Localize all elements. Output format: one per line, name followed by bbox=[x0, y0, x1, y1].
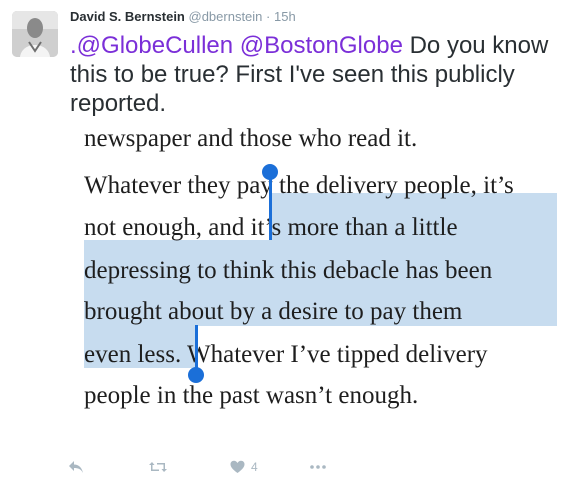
tweet-text-line-2: this to be true? First I've seen this pu… bbox=[70, 61, 515, 88]
reply-button[interactable] bbox=[68, 452, 84, 482]
tweet-text: .@GlobeCullen @BostonGlobe Do you know t… bbox=[70, 31, 570, 118]
quote-line-7: people in the past wasn’t enough. bbox=[84, 382, 419, 409]
avatar[interactable] bbox=[12, 11, 58, 57]
reply-icon bbox=[68, 460, 84, 474]
retweet-icon bbox=[148, 460, 168, 474]
heart-icon bbox=[230, 460, 245, 474]
selection-start-handle-bar[interactable] bbox=[269, 172, 272, 240]
author-handle[interactable]: @dbernstein bbox=[189, 9, 263, 24]
quote-line-1: newspaper and those who read it. bbox=[84, 125, 418, 152]
tweet-text-line-3: reported. bbox=[70, 90, 167, 117]
separator-dot: · bbox=[266, 9, 271, 24]
author-name[interactable]: David S. Bernstein bbox=[70, 9, 185, 24]
like-count: 4 bbox=[251, 460, 258, 474]
tweet-text-line-1-rest: Do you know bbox=[402, 32, 549, 59]
more-dots-icon bbox=[310, 465, 326, 469]
quote-line-6: even less. Whatever I’ve tipped delivery bbox=[84, 340, 488, 370]
retweet-button[interactable] bbox=[148, 452, 168, 482]
avatar-photo bbox=[12, 11, 58, 57]
tweet-actions: 4 bbox=[68, 452, 408, 482]
selection-end-handle-knob[interactable] bbox=[188, 367, 204, 383]
tweet-text-line-1: .@GlobeCullen @BostonGlobe Do you know bbox=[70, 31, 570, 60]
selection-end-handle-bar[interactable] bbox=[195, 325, 198, 373]
quote-line-3-selected: it’s more than a little bbox=[250, 214, 458, 241]
mention-bostonglobe[interactable]: @BostonGlobe bbox=[240, 32, 403, 59]
quote-line-6-after: Whatever I’ve tipped delivery bbox=[187, 341, 488, 368]
quote-line-3-before: not enough, and bbox=[84, 214, 251, 241]
quote-line-5: brought about by a desire to pay them bbox=[84, 298, 463, 325]
more-button[interactable] bbox=[310, 452, 326, 482]
mention-globecullen[interactable]: .@GlobeCullen bbox=[70, 32, 233, 59]
quote-line-6-selected: even less. bbox=[84, 341, 187, 368]
timestamp[interactable]: 15h bbox=[274, 9, 296, 24]
tweet-header: David S. Bernstein @dbernstein · 15h bbox=[70, 8, 296, 26]
like-button[interactable]: 4 bbox=[230, 452, 258, 482]
quote-line-4: depressing to think this debacle has bee… bbox=[84, 257, 493, 284]
quote-line-2: Whatever they pay the delivery people, i… bbox=[84, 172, 514, 199]
